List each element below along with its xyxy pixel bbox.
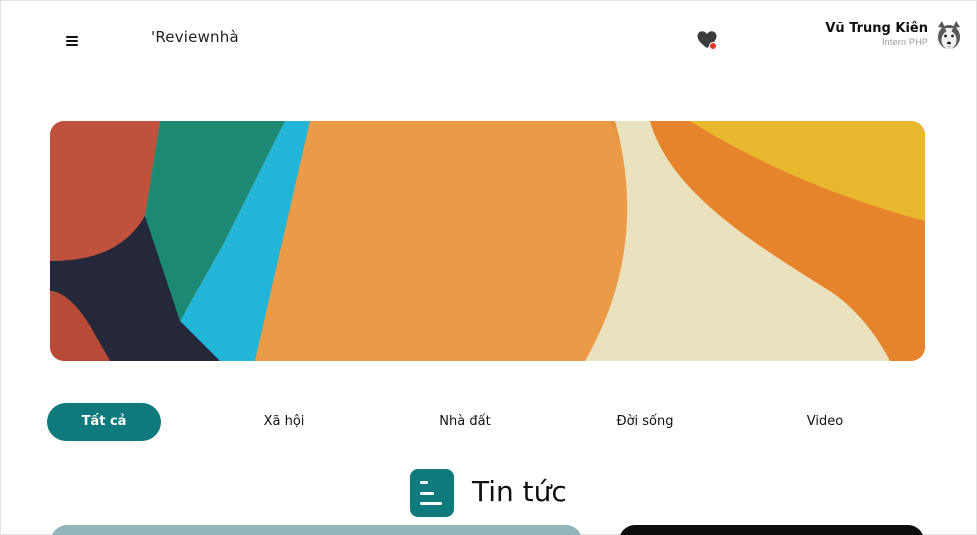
user-role: Intern PHP: [881, 37, 928, 47]
tab-doi-song[interactable]: Đời sống: [600, 403, 690, 441]
news-card-featured[interactable]: [51, 525, 582, 535]
abstract-painting-image: [50, 121, 925, 361]
site-logo[interactable]: 'Reviewnhà: [151, 28, 239, 46]
hero-banner: [50, 121, 925, 361]
favorites-button[interactable]: [696, 29, 718, 51]
tab-nha-dat[interactable]: Nhà đất: [425, 403, 505, 441]
news-card-video[interactable]: [619, 525, 924, 535]
hamburger-menu-icon[interactable]: [63, 33, 81, 49]
site-header: 'Reviewnhà Vũ Trung Kiên Intern PHP: [1, 1, 977, 81]
tab-tat-ca[interactable]: Tất cả: [47, 403, 161, 441]
user-name: Vũ Trung Kiên: [825, 21, 928, 36]
avatar[interactable]: [935, 19, 963, 55]
section-title: Tin tức: [472, 475, 567, 508]
list-icon: [410, 469, 454, 517]
tab-xa-hoi[interactable]: Xã hội: [244, 403, 324, 441]
category-tabs: Tất cả Xã hội Nhà đất Đời sống Video: [47, 403, 927, 441]
notification-dot-icon: [709, 42, 717, 50]
tab-video[interactable]: Video: [785, 403, 865, 441]
user-info[interactable]: Vũ Trung Kiên Intern PHP: [825, 21, 928, 48]
